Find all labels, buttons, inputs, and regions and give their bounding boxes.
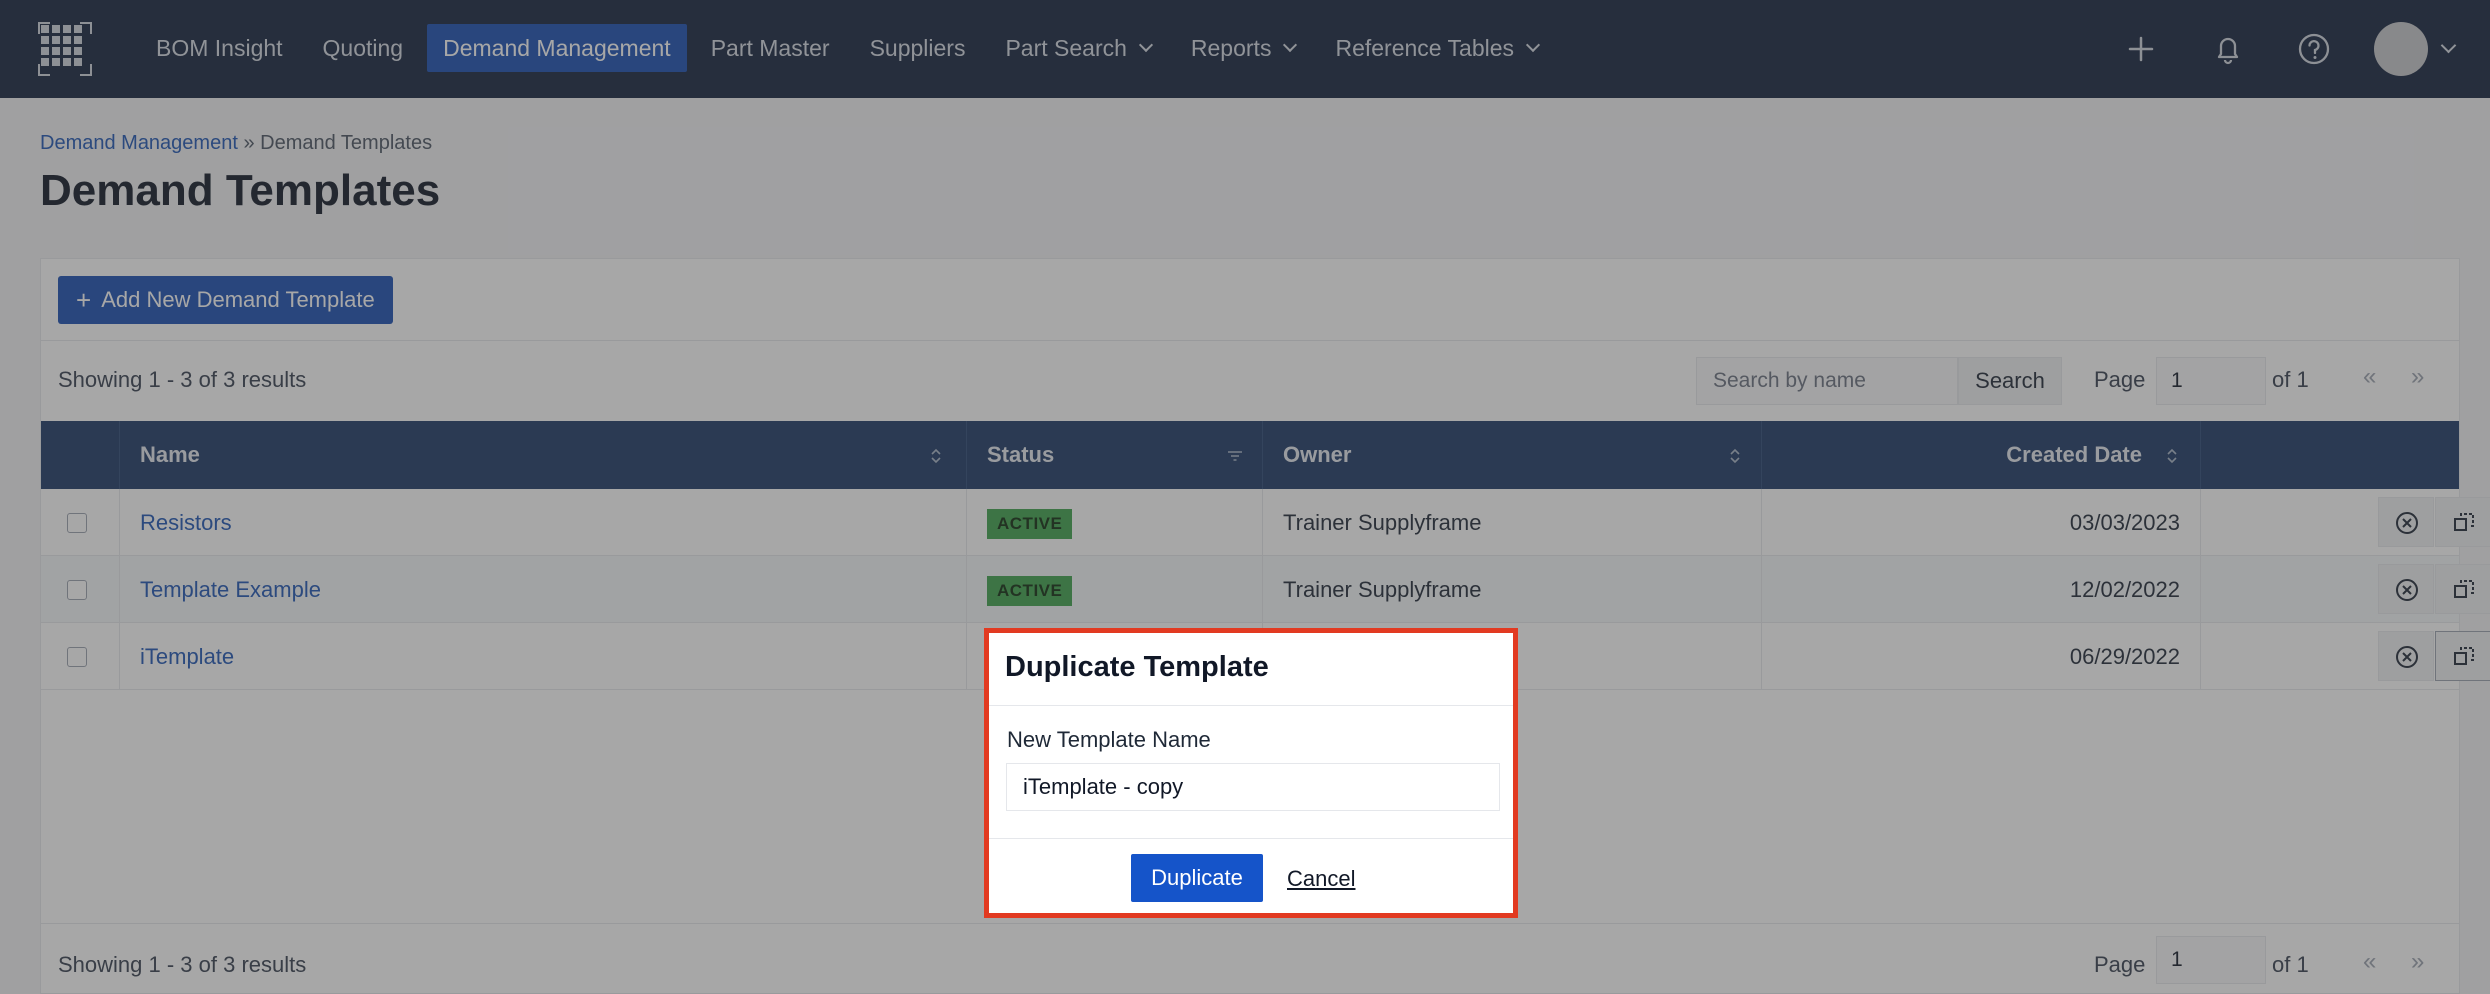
duplicate-button[interactable]: Duplicate bbox=[1131, 854, 1263, 902]
dialog-title: Duplicate Template bbox=[1005, 651, 1269, 683]
template-name-label: New Template Name bbox=[1007, 727, 1211, 752]
template-name-input[interactable]: iTemplate - copy bbox=[1006, 763, 1500, 811]
cancel-link[interactable]: Cancel bbox=[1287, 866, 1355, 892]
duplicate-template-dialog: Duplicate Template New Template Name iTe… bbox=[984, 628, 1518, 918]
divider bbox=[989, 838, 1513, 839]
divider bbox=[989, 705, 1513, 706]
